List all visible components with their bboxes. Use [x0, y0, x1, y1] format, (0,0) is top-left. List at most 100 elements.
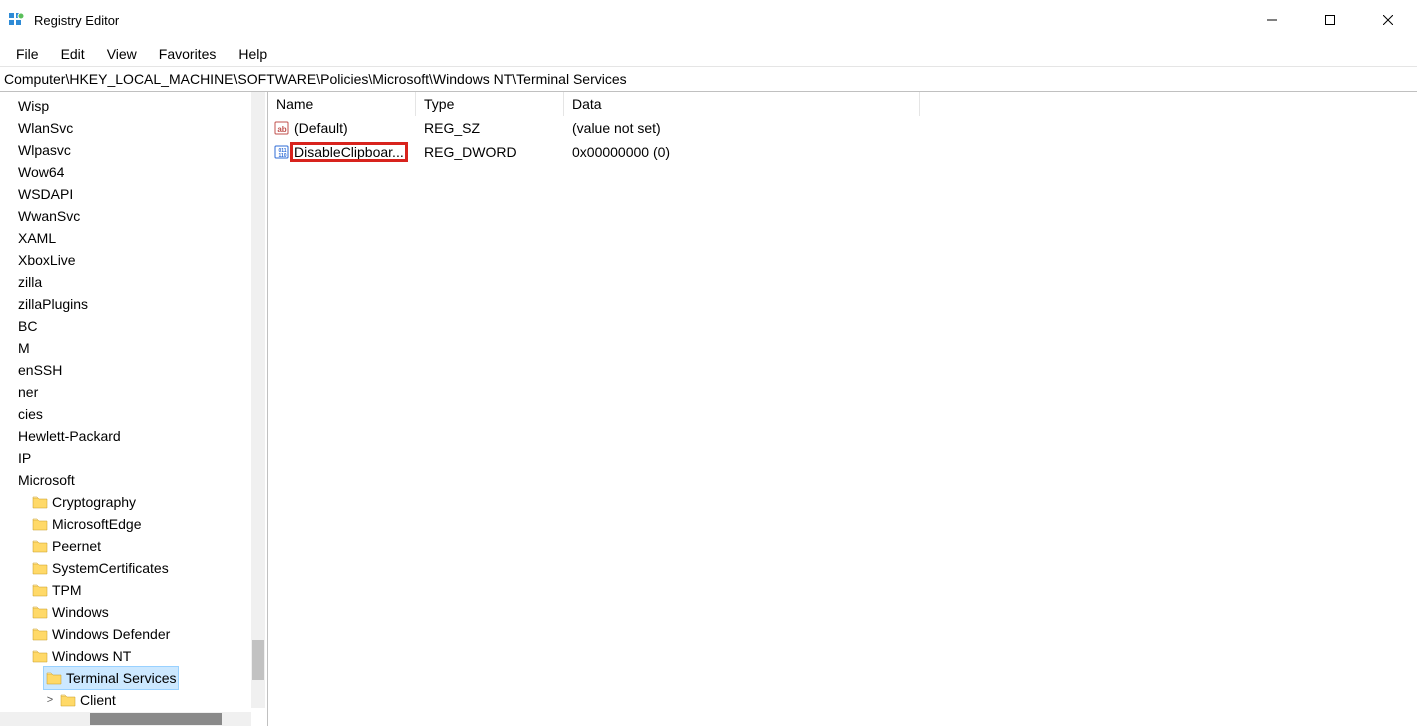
tree-item-label: zillaPlugins — [18, 296, 88, 312]
tree-item[interactable]: WSDAPI — [0, 183, 267, 205]
tree-vertical-scroll-thumb[interactable] — [252, 640, 264, 680]
tree-item-label: SystemCertificates — [52, 560, 169, 576]
folder-icon — [32, 517, 48, 531]
minimize-button[interactable] — [1243, 0, 1301, 40]
close-button[interactable] — [1359, 0, 1417, 40]
tree-item-label: Terminal Services — [66, 670, 176, 686]
tree-item[interactable]: Hewlett-Packard — [0, 425, 267, 447]
folder-icon — [32, 605, 48, 619]
tree-item[interactable]: Microsoft — [0, 469, 267, 491]
value-data: 0x00000000 (0) — [564, 144, 1417, 160]
tree-item[interactable]: WwanSvc — [0, 205, 267, 227]
tree-item-label: Windows — [52, 604, 109, 620]
tree-item[interactable]: > Client — [0, 689, 267, 711]
menu-file[interactable]: File — [6, 44, 49, 64]
tree-item-label: Client — [80, 692, 116, 708]
main-area: Wisp WlanSvc Wlpasvc Wow64 WSDAPI WwanSvc XAML… — [0, 92, 1417, 726]
tree-item[interactable]: WlanSvc — [0, 117, 267, 139]
tree-item-label: WSDAPI — [18, 186, 73, 202]
tree-item[interactable]: enSSH — [0, 359, 267, 381]
folder-icon — [32, 627, 48, 641]
expand-chevron-icon[interactable]: > — [42, 694, 58, 706]
tree-horizontal-scroll-thumb[interactable] — [90, 713, 222, 725]
folder-icon — [32, 583, 48, 597]
tree-item-label: IP — [18, 450, 31, 466]
tree-item[interactable]: MicrosoftEdge — [0, 513, 267, 535]
maximize-button[interactable] — [1301, 0, 1359, 40]
menu-help[interactable]: Help — [228, 44, 277, 64]
window-title: Registry Editor — [34, 13, 119, 28]
tree-item-label: zilla — [18, 274, 42, 290]
tree-vertical-scrollbar[interactable] — [251, 92, 265, 708]
tree-item[interactable]: Cryptography — [0, 491, 267, 513]
tree-item-label: WlanSvc — [18, 120, 73, 136]
regedit-icon — [8, 12, 24, 28]
tree-item[interactable]: Windows — [0, 601, 267, 623]
menu-view[interactable]: View — [97, 44, 147, 64]
tree-item[interactable]: Windows Defender — [0, 623, 267, 645]
tree-item[interactable]: TPM — [0, 579, 267, 601]
value-row[interactable]: 011110DisableClipboar... REG_DWORD0x00000… — [268, 140, 1417, 164]
tree-item[interactable]: Wisp — [0, 95, 267, 117]
dword-icon: 011110 — [274, 144, 290, 160]
svg-text:ab: ab — [277, 125, 286, 134]
column-name[interactable]: Name — [268, 92, 416, 116]
folder-icon — [32, 495, 48, 509]
tree-item[interactable]: XboxLive — [0, 249, 267, 271]
tree-item-label: Wlpasvc — [18, 142, 71, 158]
value-name: DisableClipboar... — [292, 144, 406, 160]
tree-item-label: ner — [18, 384, 38, 400]
tree-item-label: Windows NT — [52, 648, 131, 664]
tree-horizontal-scrollbar[interactable] — [0, 712, 251, 726]
tree-item[interactable]: XAML — [0, 227, 267, 249]
tree-item[interactable]: cies — [0, 403, 267, 425]
tree-item-label: enSSH — [18, 362, 62, 378]
tree-item[interactable]: Peernet — [0, 535, 267, 557]
titlebar[interactable]: Registry Editor — [0, 0, 1417, 40]
svg-text:110: 110 — [279, 153, 287, 159]
tree-item[interactable]: Windows NT — [0, 645, 267, 667]
column-type[interactable]: Type — [416, 92, 564, 116]
tree-item-label: XboxLive — [18, 252, 76, 268]
value-name: (Default) — [294, 120, 348, 136]
tree-item-label: Windows Defender — [52, 626, 170, 642]
menubar: File Edit View Favorites Help — [0, 40, 1417, 66]
tree-item[interactable]: Wow64 — [0, 161, 267, 183]
address-bar[interactable]: Computer\HKEY_LOCAL_MACHINE\SOFTWARE\Pol… — [0, 66, 1417, 92]
folder-icon — [60, 693, 76, 707]
tree-item-label: Hewlett-Packard — [18, 428, 121, 444]
address-path: Computer\HKEY_LOCAL_MACHINE\SOFTWARE\Pol… — [4, 71, 627, 87]
tree-item[interactable]: M — [0, 337, 267, 359]
tree-item-label: M — [18, 340, 30, 356]
tree-item-label: Wisp — [18, 98, 49, 114]
menu-favorites[interactable]: Favorites — [149, 44, 227, 64]
value-row[interactable]: ab(Default)REG_SZ(value not set) — [268, 116, 1417, 140]
column-data[interactable]: Data — [564, 92, 920, 116]
tree-item[interactable]: IP — [0, 447, 267, 469]
list-header: Name Type Data — [268, 92, 1417, 116]
values-list-pane[interactable]: Name Type Data ab(Default)REG_SZ(value n… — [268, 92, 1417, 726]
tree-item[interactable]: zillaPlugins — [0, 293, 267, 315]
value-type: REG_DWORD — [416, 144, 564, 160]
tree-item-label: cies — [18, 406, 43, 422]
tree-item[interactable]: Terminal Services — [0, 667, 267, 689]
tree-item[interactable]: ner — [0, 381, 267, 403]
tree-item-label: Peernet — [52, 538, 101, 554]
folder-icon — [46, 671, 62, 685]
menu-edit[interactable]: Edit — [51, 44, 95, 64]
tree-item[interactable]: SystemCertificates — [0, 557, 267, 579]
folder-icon — [32, 539, 48, 553]
tree-item[interactable]: Wlpasvc — [0, 139, 267, 161]
value-type: REG_SZ — [416, 120, 564, 136]
tree-pane[interactable]: Wisp WlanSvc Wlpasvc Wow64 WSDAPI WwanSvc XAML… — [0, 92, 268, 726]
tree-item[interactable]: zilla — [0, 271, 267, 293]
tree-item-label: BC — [18, 318, 37, 334]
tree-item-label: Cryptography — [52, 494, 136, 510]
tree-item-label: Microsoft — [18, 472, 75, 488]
string-icon: ab — [274, 120, 290, 136]
tree-item[interactable]: BC — [0, 315, 267, 337]
window-controls — [1243, 0, 1417, 40]
tree-item-label: MicrosoftEdge — [52, 516, 141, 532]
tree-item-label: TPM — [52, 582, 82, 598]
tree-item-label: WwanSvc — [18, 208, 80, 224]
